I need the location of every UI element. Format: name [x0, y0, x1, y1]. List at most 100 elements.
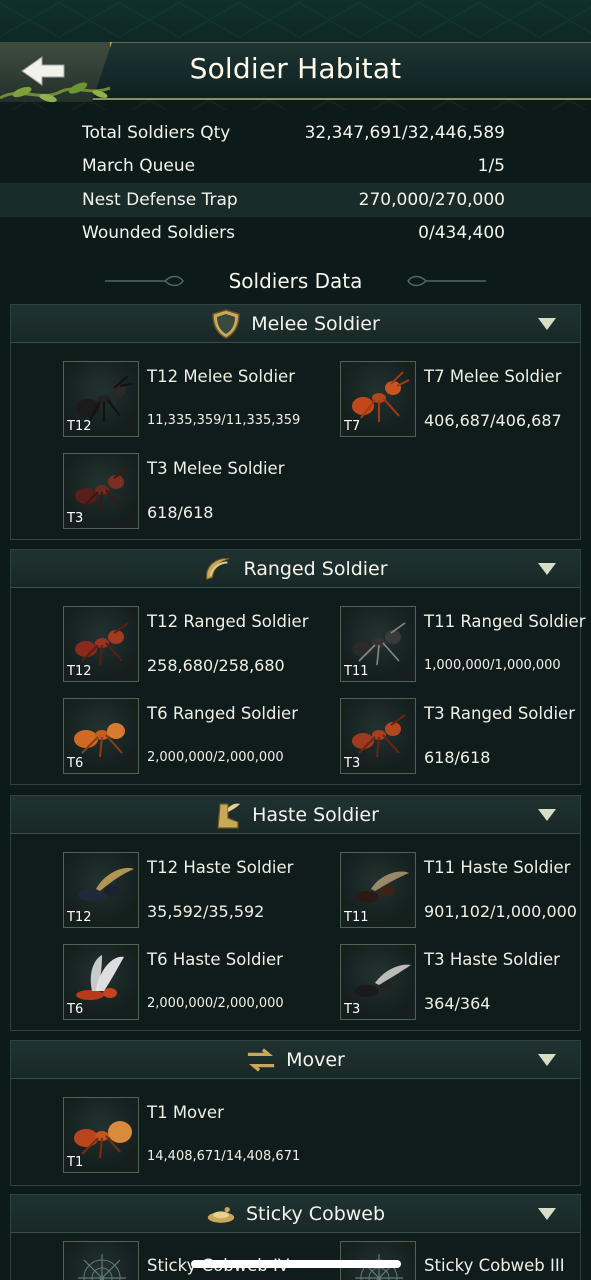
unit-quantity: 2,000,000/2,000,000: [147, 996, 284, 1011]
unit-card[interactable]: T11 T11 Ranged Soldier 1,000,000/1,000,0…: [340, 606, 591, 684]
red-ant-icon: [352, 714, 406, 758]
stats-panel: Total Soldiers Qty 32,347,691/32,446,589…: [0, 116, 591, 250]
unit-quantity: 35,592/35,592: [147, 902, 265, 921]
group-label: Sticky Cobweb: [245, 1202, 386, 1225]
stat-label: Nest Defense Trap: [82, 189, 238, 210]
stat-label: Total Soldiers Qty: [82, 122, 231, 143]
unit-thumbnail: T6: [63, 698, 139, 774]
unit-thumbnail: T12: [63, 606, 139, 682]
unit-card[interactable]: T1 T1 Mover 14,408,671/14,408,671: [63, 1097, 323, 1175]
unit-name: T12 Melee Soldier: [147, 367, 295, 386]
unit-name: T12 Haste Soldier: [147, 858, 294, 877]
unit-card[interactable]: T6 T6 Haste Soldier 2,000,000/2,000,000: [63, 944, 323, 1022]
stat-value: 32,347,691/32,446,589: [304, 122, 505, 143]
unit-name: T6 Haste Soldier: [147, 950, 283, 969]
tier-label: T6: [67, 1002, 84, 1017]
stat-value: 1/5: [477, 156, 505, 177]
unit-quantity: 901,102/1,000,000: [424, 902, 577, 921]
unit-name: T3 Melee Soldier: [147, 459, 285, 478]
tier-label: T12: [67, 910, 92, 925]
page-title: Soldier Habitat: [189, 52, 402, 85]
group-label: Melee Soldier: [251, 312, 380, 335]
tier-label: T12: [67, 419, 92, 434]
unit-card[interactable]: T3 T3 Haste Soldier 364/364: [340, 944, 591, 1022]
stat-total-soldiers: Total Soldiers Qty 32,347,691/32,446,589: [0, 116, 591, 150]
black-ant-icon: [352, 622, 406, 666]
unit-name: T6 Ranged Soldier: [147, 704, 298, 723]
unit-card[interactable]: T6 T6 Ranged Soldier 2,000,000/2,000,000: [63, 698, 323, 776]
group-haste: Haste Soldier T12 T12 Haste Soldier 35,5…: [10, 795, 581, 1031]
tier-label: T3: [67, 511, 84, 526]
unit-name: T1 Mover: [147, 1103, 224, 1122]
group-label: Mover: [286, 1048, 345, 1071]
group-label: Ranged Soldier: [243, 557, 388, 580]
unit-name: T12 Ranged Soldier: [147, 612, 309, 631]
group-header-cobweb[interactable]: Sticky Cobweb: [11, 1195, 580, 1233]
stat-label: Wounded Soldiers: [82, 223, 235, 244]
unit-quantity: 258,680/258,680: [147, 656, 285, 675]
unit-quantity: 618/618: [424, 748, 491, 767]
tier-label: T11: [344, 664, 369, 679]
unit-name: T3 Haste Soldier: [424, 950, 560, 969]
unit-card[interactable]: T3 T3 Melee Soldier 618/618: [63, 453, 323, 531]
unit-quantity: 2,000,000/2,000,000: [147, 750, 284, 765]
unit-thumbnail: T12: [63, 361, 139, 437]
group-header-haste[interactable]: Haste Soldier: [11, 796, 580, 834]
red-ant-icon: [352, 371, 410, 422]
winged-ant-icon: [355, 871, 409, 903]
winged-ant-icon: [76, 955, 124, 1000]
unit-name: T3 Ranged Soldier: [424, 704, 575, 723]
group-header-ranged[interactable]: Ranged Soldier: [11, 550, 580, 588]
unit-thumbnail: T6: [63, 944, 139, 1020]
orange-ant-icon: [74, 1121, 132, 1159]
unit-card[interactable]: T12 T12 Haste Soldier 35,592/35,592: [63, 852, 323, 930]
unit-quantity: 618/618: [147, 503, 214, 522]
unit-quantity: 14,408,671/14,408,671: [147, 1149, 301, 1164]
unit-thumbnail: T3: [63, 453, 139, 529]
stat-label: March Queue: [82, 156, 196, 177]
chevron-down-icon[interactable]: [538, 318, 556, 330]
tier-label: T1: [67, 1155, 84, 1170]
chevron-down-icon[interactable]: [538, 1208, 556, 1220]
unit-card[interactable]: T12 T12 Melee Soldier 11,335,359/11,335,…: [63, 361, 323, 439]
unit-thumbnail: T11: [340, 606, 416, 682]
unit-thumbnail: T1: [63, 1097, 139, 1173]
chevron-down-icon[interactable]: [538, 563, 556, 575]
winged-ant-icon: [355, 964, 411, 997]
unit-thumbnail: [63, 1241, 139, 1280]
winged-ant-icon: [78, 867, 134, 901]
unit-card[interactable]: T12 T12 Ranged Soldier 258,680/258,680: [63, 606, 323, 684]
orange-ant-icon: [74, 723, 125, 758]
unit-thumbnail: T3: [340, 944, 416, 1020]
chevron-down-icon[interactable]: [538, 809, 556, 821]
unit-name: Sticky Cobweb III: [424, 1256, 565, 1275]
group-header-melee[interactable]: Melee Soldier: [11, 305, 580, 343]
unit-quantity: 364/364: [424, 994, 491, 1013]
unit-name: T11 Ranged Soldier: [424, 612, 586, 631]
unit-card[interactable]: T3 T3 Ranged Soldier 618/618: [340, 698, 591, 776]
stat-nest-defense-trap: Nest Defense Trap 270,000/270,000: [0, 183, 591, 217]
tier-label: T6: [67, 756, 84, 771]
tier-label: T11: [344, 910, 369, 925]
soldiers-data-heading: Soldiers Data: [0, 266, 591, 296]
stat-wounded-soldiers: Wounded Soldiers 0/434,400: [0, 217, 591, 251]
unit-thumbnail: T3: [340, 698, 416, 774]
unit-thumbnail: T11: [340, 852, 416, 928]
unit-thumbnail: T12: [63, 852, 139, 928]
unit-quantity: 406,687/406,687: [424, 411, 562, 430]
ornament-right-icon: [407, 275, 487, 287]
unit-card[interactable]: T7 T7 Melee Soldier 406,687/406,687: [340, 361, 591, 439]
group-ranged: Ranged Soldier T12 T12 Ranged Soldier 25…: [10, 549, 585, 785]
cobweb-icon: [206, 1199, 236, 1229]
chevron-down-icon[interactable]: [538, 1054, 556, 1066]
group-melee: Melee Soldier T12 T12 Melee Soldier 11,3…: [10, 304, 581, 540]
stat-march-queue: March Queue 1/5: [0, 150, 591, 184]
unit-quantity: 1,000,000/1,000,000: [424, 658, 561, 673]
tier-label: T12: [67, 664, 92, 679]
group-header-mover[interactable]: Mover: [11, 1041, 580, 1079]
home-indicator[interactable]: [191, 1260, 401, 1268]
stat-value: 270,000/270,000: [358, 189, 505, 210]
unit-name: T11 Haste Soldier: [424, 858, 571, 877]
unit-card[interactable]: T11 T11 Haste Soldier 901,102/1,000,000: [340, 852, 591, 930]
stat-value: 0/434,400: [418, 223, 505, 244]
